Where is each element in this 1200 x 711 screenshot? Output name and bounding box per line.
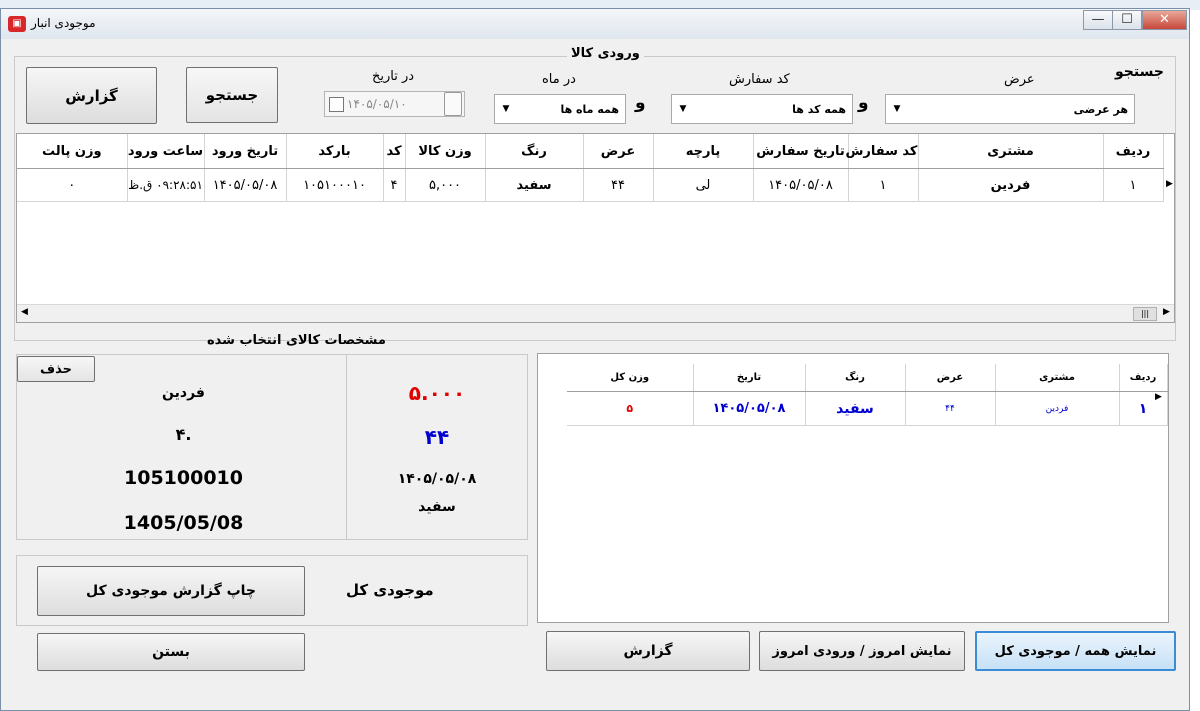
- table-cell: فردین: [918, 168, 1104, 202]
- side-table-cell: سفید: [805, 391, 906, 426]
- order-code-combo[interactable]: ▼ همه کد ها: [671, 94, 853, 124]
- table-cell: ۴۴: [583, 168, 654, 202]
- chevron-down-icon: ▼: [893, 104, 901, 114]
- window-title: موجودی انبار: [31, 16, 96, 30]
- main-col-header[interactable]: وزن پالت: [17, 134, 128, 169]
- side-col-header[interactable]: ردیف: [1119, 364, 1168, 392]
- table-row[interactable]: ۱ فردین ۱ ۱۴۰۵/۰۵/۰۸ لی ۴۴ سفید ۵,۰۰۰ ۴ ۱۰۵۱۰۰۰۱۰…: [17, 168, 1164, 202]
- scroll-thumb[interactable]: |||: [1133, 307, 1157, 321]
- main-table: ردیف مشتری کد سفارش تاریخ سفارش پارچه عرض رنگ و…: [17, 134, 1164, 202]
- report-button-bottom[interactable]: گزارش: [546, 631, 750, 671]
- month-label: در ماه: [542, 72, 576, 87]
- show-all-button[interactable]: نمایش همه / موجودی کل: [975, 631, 1176, 671]
- table-cell: ۱: [1103, 168, 1164, 202]
- table-cell: ۱۴۰۵/۰۵/۰۸: [753, 168, 849, 202]
- minimize-button[interactable]: —: [1083, 10, 1113, 30]
- selected-date-latin: 1405/05/08: [123, 512, 244, 534]
- order-code-label: کد سفارش: [729, 72, 790, 87]
- search-button[interactable]: جستجو: [186, 67, 278, 123]
- month-combo[interactable]: ▼ همه ماه ها: [494, 94, 626, 124]
- main-grid[interactable]: ردیف مشتری کد سفارش تاریخ سفارش پارچه عرض رنگ و…: [16, 133, 1175, 323]
- date-label: در تاریخ: [372, 69, 415, 84]
- main-col-header[interactable]: بارکد: [286, 134, 384, 169]
- main-col-header[interactable]: کد: [383, 134, 406, 169]
- close-button[interactable]: بستن: [37, 633, 305, 671]
- main-col-header[interactable]: پارچه: [653, 134, 754, 169]
- width-combo[interactable]: ▼ هر عرضی: [885, 94, 1135, 124]
- calendar-dropdown-icon[interactable]: [444, 92, 462, 116]
- date-checkbox[interactable]: [329, 96, 344, 112]
- table-cell: ۰۹:۲۸:۵۱ ق.ظ: [127, 168, 205, 202]
- table-cell: ۴: [383, 168, 406, 202]
- width-label: عرض: [1004, 72, 1035, 87]
- chevron-down-icon: ▼: [502, 104, 510, 114]
- horizontal-scrollbar[interactable]: ◀ ||| ▶: [17, 304, 1174, 322]
- side-grid[interactable]: ردیف مشتری عرض رنگ تاریخ وزن کل ۱ فردین ۴۴ سفید ۱…: [537, 353, 1169, 623]
- selected-width: ۴۴: [424, 425, 450, 449]
- divider: [346, 354, 347, 540]
- selected-date: ۱۴۰۵/۰۵/۰۸: [397, 471, 477, 487]
- scroll-left-icon[interactable]: ◀: [21, 307, 28, 317]
- and-label-1: و: [858, 93, 869, 113]
- side-table-cell: ۱۴۰۵/۰۵/۰۸: [693, 391, 806, 426]
- side-table: ردیف مشتری عرض رنگ تاریخ وزن کل ۱ فردین ۴۴ سفید ۱…: [567, 364, 1168, 426]
- side-col-header[interactable]: وزن کل: [567, 364, 694, 392]
- side-table-cell: فردین: [995, 391, 1120, 426]
- chevron-down-icon: ▼: [679, 104, 687, 114]
- search-label: جستجو: [1115, 64, 1164, 80]
- report-button-top[interactable]: گزارش: [26, 67, 157, 124]
- side-col-header[interactable]: رنگ: [805, 364, 906, 392]
- table-cell: ۱۰۵۱۰۰۰۱۰: [286, 168, 384, 202]
- main-col-header[interactable]: کد سفارش: [845, 134, 919, 169]
- delete-button[interactable]: حذف: [17, 356, 95, 382]
- inventory-window: ▣ موجودی انبار — ☐ ✕ ورودی کالا جستجو عر…: [0, 8, 1190, 711]
- width-combo-value: هر عرضی: [1073, 102, 1128, 116]
- main-col-header[interactable]: عرض: [583, 134, 654, 169]
- table-cell: ۱: [848, 168, 919, 202]
- side-table-row[interactable]: ۱ فردین ۴۴ سفید ۱۴۰۵/۰۵/۰۸ ۵: [567, 391, 1168, 426]
- main-col-header[interactable]: رنگ: [485, 134, 584, 169]
- order-code-value: همه کد ها: [792, 102, 846, 116]
- table-cell: لی: [653, 168, 754, 202]
- main-col-header[interactable]: وزن کالا: [405, 134, 486, 169]
- side-col-header[interactable]: مشتری: [995, 364, 1120, 392]
- close-window-button[interactable]: ✕: [1142, 10, 1187, 30]
- date-value: ۱۴۰۵/۰۵/۱۰: [347, 97, 407, 111]
- date-picker[interactable]: ۱۴۰۵/۰۵/۱۰: [324, 91, 465, 117]
- table-cell: ۰: [17, 168, 128, 202]
- main-col-header[interactable]: تاریخ ورود: [204, 134, 287, 169]
- show-today-button[interactable]: نمایش امروز / ورودی امروز: [759, 631, 965, 671]
- row-pointer-icon: ▶: [1166, 179, 1173, 189]
- main-col-header[interactable]: ردیف: [1103, 134, 1164, 169]
- search-group-title: ورودی کالا: [567, 46, 644, 61]
- month-combo-value: همه ماه ها: [560, 102, 619, 116]
- selected-code: ۴.: [175, 425, 192, 444]
- main-col-header[interactable]: ساعت ورود: [127, 134, 205, 169]
- selected-details-title: مشخصات کالای انتخاب شده: [207, 333, 386, 348]
- selected-customer: فردین: [162, 385, 205, 401]
- table-cell: ۱۴۰۵/۰۵/۰۸: [204, 168, 287, 202]
- selected-barcode: 105100010: [124, 467, 243, 489]
- maximize-button[interactable]: ☐: [1112, 10, 1142, 30]
- total-label: موجودی کل: [346, 581, 434, 599]
- print-total-report-button[interactable]: چاپ گزارش موجودی کل: [37, 566, 305, 616]
- title-bar: ▣ موجودی انبار — ☐ ✕: [1, 9, 1189, 39]
- scroll-right-icon[interactable]: ▶: [1163, 307, 1170, 317]
- side-table-cell: ۴۴: [905, 391, 996, 426]
- side-table-cell: ۵: [567, 391, 694, 426]
- table-cell: ۵,۰۰۰: [405, 168, 486, 202]
- side-col-header[interactable]: تاریخ: [693, 364, 806, 392]
- main-col-header[interactable]: مشتری: [918, 134, 1104, 169]
- row-pointer-icon: ▶: [1155, 392, 1162, 402]
- main-col-header[interactable]: تاریخ سفارش: [753, 134, 849, 169]
- side-col-header[interactable]: عرض: [905, 364, 996, 392]
- selected-weight: ۵.۰۰۰: [408, 381, 466, 405]
- table-cell: سفید: [485, 168, 584, 202]
- app-icon: ▣: [8, 16, 26, 32]
- and-label-2: و: [635, 93, 646, 113]
- selected-color: سفید: [418, 499, 456, 515]
